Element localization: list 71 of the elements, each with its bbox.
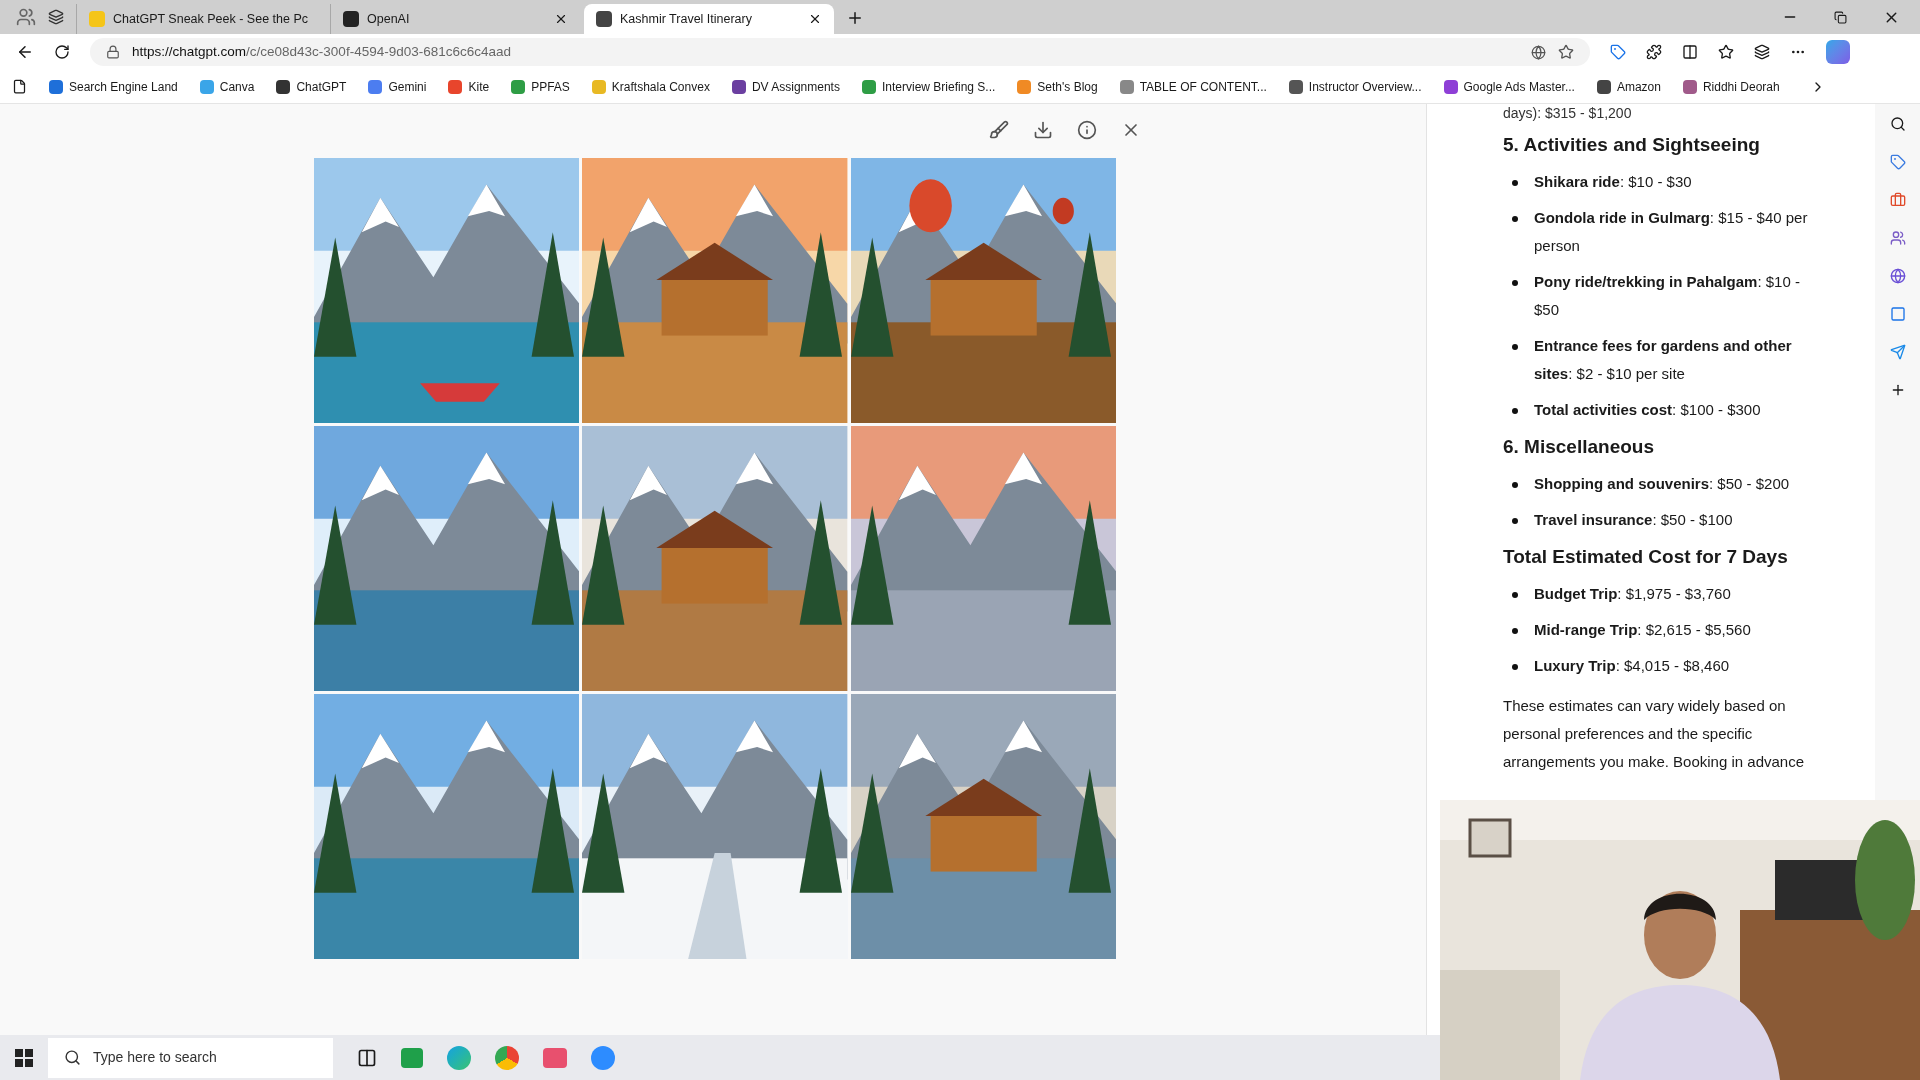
bookmark-link[interactable]: PPFAS [511, 77, 570, 96]
collections-icon[interactable] [1754, 44, 1770, 60]
taskbar-search-field[interactable]: Type here to search [48, 1037, 333, 1078]
chat-app-icon[interactable] [401, 1047, 423, 1068]
bookmark-link[interactable]: ChatGPT [276, 77, 347, 96]
bookmark-link[interactable]: Google Ads Master... [1443, 77, 1575, 96]
bullet-icon [1512, 216, 1518, 222]
list-item-text: Shopping and souvenirs: $50 - $200 [1534, 474, 1790, 494]
list-item-text: Total activities cost: $100 - $300 [1534, 400, 1761, 420]
bookmark-link[interactable]: Kite [448, 77, 490, 96]
people-icon[interactable] [1889, 230, 1906, 246]
split-screen-icon[interactable] [1682, 44, 1698, 60]
address-field[interactable]: https://chatgpt.com/c/ce08d43c-300f-4594-9d03-681c6c6c4aad [90, 38, 1590, 66]
chat-paragraph: These estimates can vary widely based on personal preferences and the specific arrangements you make. Booking in advance [1503, 696, 1805, 772]
list-item-text: Pony ride/trekking in Pahalgam: $10 - $50 [1534, 272, 1801, 320]
task-view-icon[interactable] [357, 1047, 377, 1068]
search-icon [64, 1049, 81, 1066]
tab-actions-icon[interactable] [48, 9, 64, 25]
bullet-icon [1512, 180, 1518, 186]
bookmark-link[interactable]: Interview Briefing S... [861, 77, 996, 96]
favorites-icon[interactable] [1718, 44, 1734, 60]
star-icon[interactable] [1558, 44, 1574, 60]
list-item-text: Shikara ride: $10 - $30 [1534, 172, 1692, 192]
edit-icon[interactable] [989, 120, 1009, 140]
bookmark-link[interactable]: DV Assignments [731, 77, 840, 96]
restore-icon[interactable] [1834, 10, 1847, 24]
close-tab-icon[interactable] [808, 12, 822, 26]
bullet-icon [1512, 280, 1518, 286]
bookmark-link[interactable]: Amazon [1596, 77, 1661, 96]
lock-icon[interactable] [106, 45, 120, 59]
browser-tab[interactable]: Kashmir Travel Itinerary [584, 4, 834, 34]
tag-icon[interactable] [1610, 44, 1626, 60]
bullet-icon [1512, 344, 1518, 350]
bullet-icon [1512, 628, 1518, 634]
bookmark-link[interactable]: Canva [199, 77, 255, 96]
tag-icon[interactable] [1889, 154, 1906, 170]
bookmark-link[interactable]: TABLE OF CONTENT... [1119, 77, 1267, 96]
section-heading: 5. Activities and Sightseeing [1503, 133, 1761, 157]
info-icon[interactable] [1077, 120, 1097, 140]
list-item-text: Gondola ride in Gulmarg: $15 - $40 per person [1534, 208, 1809, 256]
chat-text: days): $315 - $1,200 [1503, 104, 1633, 122]
bookmark-link[interactable]: Search Engine Land [49, 77, 178, 96]
section-heading: Total Estimated Cost for 7 Days [1503, 545, 1789, 569]
bullet-icon [1512, 408, 1518, 414]
bookmark-page-icon[interactable] [12, 79, 27, 94]
list-item-text: Entrance fees for gardens and other sites: $2 - $10 per site [1534, 336, 1793, 384]
reload-icon[interactable] [54, 44, 70, 60]
bookmark-link[interactable]: Kraftshala Convex [591, 77, 710, 96]
search-icon[interactable] [1889, 116, 1906, 132]
list-item-text: Travel insurance: $50 - $100 [1534, 510, 1733, 530]
bullet-icon [1512, 482, 1518, 488]
section-heading: 6. Miscellaneous [1503, 435, 1655, 459]
bookmark-link[interactable]: Riddhi Deorah [1682, 77, 1780, 96]
send-icon[interactable] [1889, 344, 1906, 360]
briefcase-icon[interactable] [1889, 192, 1906, 208]
list-item-text: Mid-range Trip: $2,615 - $5,560 [1534, 620, 1751, 640]
bookmark-link[interactable]: Instructor Overview... [1288, 77, 1422, 96]
back-icon[interactable] [16, 43, 34, 61]
bullet-icon [1512, 664, 1518, 670]
bookmark-link[interactable]: Gemini [368, 77, 427, 96]
list-item-text: Luxury Trip: $4,015 - $8,460 [1534, 656, 1730, 676]
download-icon[interactable] [1033, 120, 1053, 140]
new-tab-icon[interactable] [846, 9, 864, 27]
globe-icon[interactable] [1889, 268, 1906, 284]
profile-icon[interactable] [16, 7, 36, 27]
bookmark-link[interactable]: Seth's Blog [1017, 77, 1098, 96]
list-item-text: Budget Trip: $1,975 - $3,760 [1534, 584, 1731, 604]
extensions-icon[interactable] [1646, 44, 1662, 60]
bullet-icon [1512, 592, 1518, 598]
bullet-icon [1512, 518, 1518, 524]
close-tab-icon[interactable] [554, 12, 568, 26]
